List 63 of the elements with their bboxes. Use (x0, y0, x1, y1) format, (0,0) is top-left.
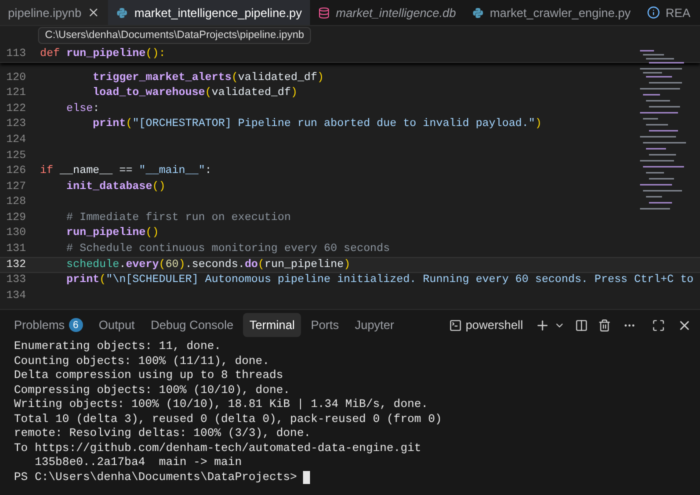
terminal-prompt: PS C:\Users\denha\Documents\DataProjects> (14, 470, 297, 486)
code-line: trigger_market_alerts(validated_df) (92, 70, 324, 86)
panel-tab[interactable]: Terminal (243, 313, 301, 337)
editor-tab[interactable]: market_crawler_engine.py (464, 0, 639, 25)
line-number: 121 (5, 86, 27, 102)
python-icon (116, 6, 128, 18)
editor-tab[interactable]: REA (638, 0, 690, 25)
code-line: # Schedule continuous monitoring every 60 seconds (65, 242, 390, 258)
code-line: if __name__ == "__main__": (40, 164, 212, 180)
maximize-icon[interactable] (652, 318, 665, 332)
terminal-line: remote: Resolving deltas: 100% (3/3), done. (14, 427, 311, 442)
line-number: 123 (5, 117, 27, 132)
terminal-profile-button[interactable]: powershell (444, 316, 527, 334)
line-number: 127 (5, 180, 27, 195)
line-number: 133 (5, 273, 27, 288)
line-number: 128 (5, 195, 27, 210)
python-icon (472, 6, 484, 18)
line-number: 131 (5, 242, 27, 258)
line-number: 120 (5, 70, 27, 86)
count-badge: 6 (68, 318, 83, 332)
code-line: print("[ORCHESTRATOR] Pipeline run aborted due to invalid payload.") (92, 117, 542, 132)
line-number: 124 (5, 132, 27, 148)
terminal-line: Counting objects: 100% (11/11), done. (14, 354, 270, 369)
terminal-cursor (302, 471, 310, 484)
terminal-line: 135b8e0..2a17ba4 main -> main (34, 456, 242, 470)
code-line: schedule.every(60).seconds.do(run_pipeline) (65, 258, 350, 273)
code-line: else: (65, 102, 100, 117)
editor-tab[interactable]: market_intelligence.db (310, 0, 464, 25)
add-icon[interactable] (535, 318, 550, 332)
panel-tab[interactable]: Ports (304, 313, 345, 337)
line-number: 130 (5, 226, 27, 242)
editor-tab[interactable]: market_intelligence_pipeline.py (108, 0, 310, 25)
panel-tab[interactable]: Debug Console (144, 313, 240, 337)
database-icon (318, 6, 330, 18)
terminal-line: Writing objects: 100% (10/10), 18.81 KiB | 1.34 MiB/s, done. (14, 398, 428, 412)
terminal-line: Total 10 (delta 3), reused 0 (delta 0), pack-reused 0 (from 0) (14, 412, 442, 427)
line-number: 129 (5, 210, 27, 226)
terminal-line: Delta compression using up to 8 threads (14, 369, 284, 384)
terminal-line: To https://github.com/denham-tech/automated-data-engine.git (14, 442, 422, 456)
terminal-line: Compressing objects: 100% (10/10), done. (14, 384, 290, 398)
terminal-icon (448, 318, 462, 332)
panel-tab[interactable]: Output (92, 313, 141, 337)
split-terminal-icon[interactable] (575, 318, 588, 332)
code-line: print("\n[SCHEDULER] Autonomous pipeline initialized. Running every 60 seconds. Press Ctrl+C to (65, 273, 694, 288)
terminal-line: Enumerating objects: 11, done. (14, 340, 222, 354)
code-line: run_pipeline() (65, 226, 159, 242)
panel-tab[interactable]: Jupyter (348, 313, 400, 337)
code-line: load_to_warehouse(validated_df) (92, 86, 298, 102)
close-icon[interactable] (87, 6, 100, 19)
line-number: 132 (5, 258, 27, 273)
code-line: # Immediate first run on execution (65, 210, 291, 226)
line-number: 122 (5, 102, 27, 117)
panel-tab[interactable]: Problems 6 (8, 313, 89, 337)
info-icon (646, 6, 660, 19)
line-number: 134 (5, 288, 27, 304)
code-line: def run_pipeline(): (40, 46, 166, 62)
line-number: 113 (5, 46, 27, 62)
editor-tab[interactable]: pipeline.ipynb (0, 0, 108, 25)
code-line: init_database() (65, 180, 166, 195)
line-number: 125 (5, 148, 27, 164)
line-number: 126 (5, 164, 27, 180)
trash-icon[interactable] (598, 318, 611, 332)
tooltip: C:\Users\denha\Documents\DataProjects\pipeline.ipynb (38, 27, 312, 44)
